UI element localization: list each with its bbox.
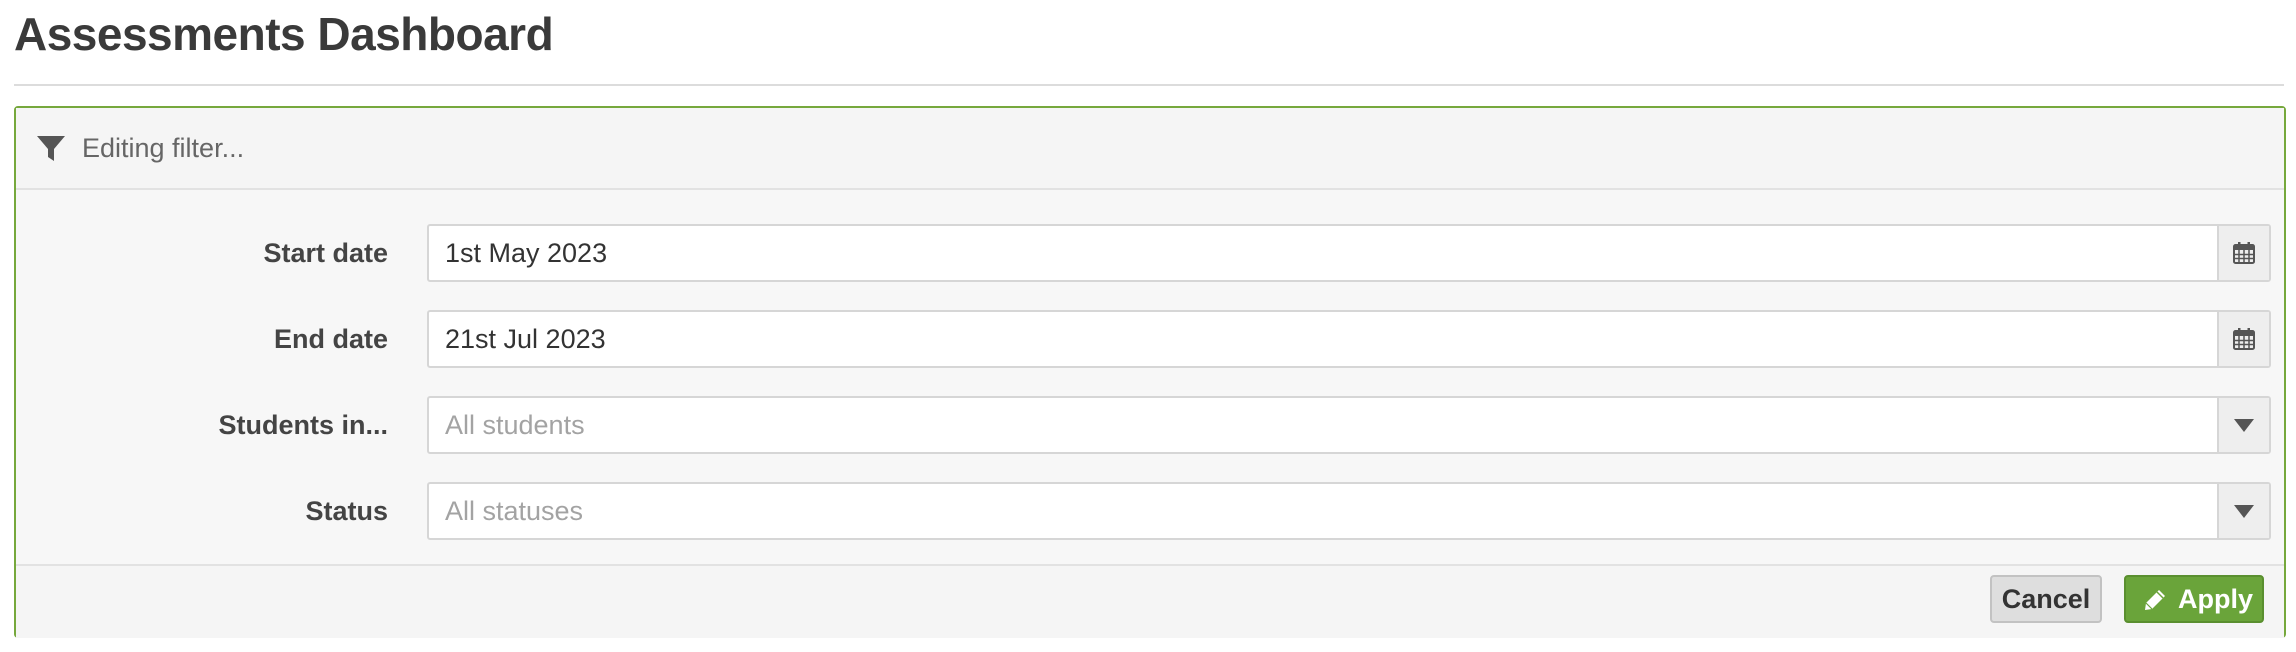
end-date-input[interactable]: 21st Jul 2023: [427, 310, 2271, 368]
status-placeholder: All statuses: [445, 496, 584, 526]
students-in-label: Students in...: [218, 410, 388, 440]
calendar-icon: [2233, 242, 2255, 264]
end-date-label: End date: [273, 324, 388, 354]
start-date-row: Start date 1st May 2023: [16, 224, 2284, 282]
filter-panel-header-text: Editing filter...: [82, 133, 245, 163]
status-select[interactable]: All statuses: [427, 482, 2271, 540]
title-divider: [14, 84, 2284, 86]
cancel-button[interactable]: Cancel: [1990, 575, 2102, 623]
start-date-value: 1st May 2023: [445, 238, 608, 268]
caret-down-icon: [2234, 419, 2254, 432]
end-date-value: 21st Jul 2023: [445, 324, 606, 354]
students-in-select[interactable]: All students: [427, 396, 2271, 454]
start-date-label: Start date: [263, 238, 388, 268]
caret-down-icon: [2234, 505, 2254, 518]
page-title: Assessments Dashboard: [14, 8, 554, 60]
filter-panel-footer: Cancel Apply: [16, 564, 2284, 638]
pencil-icon: [2145, 590, 2165, 610]
calendar-icon: [2233, 328, 2255, 350]
students-in-row: Students in... All students: [16, 396, 2284, 454]
start-date-input[interactable]: 1st May 2023: [427, 224, 2271, 282]
apply-button[interactable]: Apply: [2124, 575, 2264, 623]
filter-icon: [37, 136, 65, 161]
students-in-dropdown-toggle[interactable]: [2217, 398, 2269, 452]
end-date-calendar-button[interactable]: [2217, 312, 2269, 366]
end-date-row: End date 21st Jul 2023: [16, 310, 2284, 368]
start-date-calendar-button[interactable]: [2217, 226, 2269, 280]
status-dropdown-toggle[interactable]: [2217, 484, 2269, 538]
apply-button-label: Apply: [2178, 584, 2254, 614]
filter-panel-header[interactable]: Editing filter...: [16, 108, 2284, 190]
status-row: Status All statuses: [16, 482, 2284, 540]
filter-panel: Editing filter... Start date 1st May 202…: [14, 106, 2286, 638]
status-label: Status: [305, 496, 388, 526]
students-in-placeholder: All students: [445, 410, 585, 440]
